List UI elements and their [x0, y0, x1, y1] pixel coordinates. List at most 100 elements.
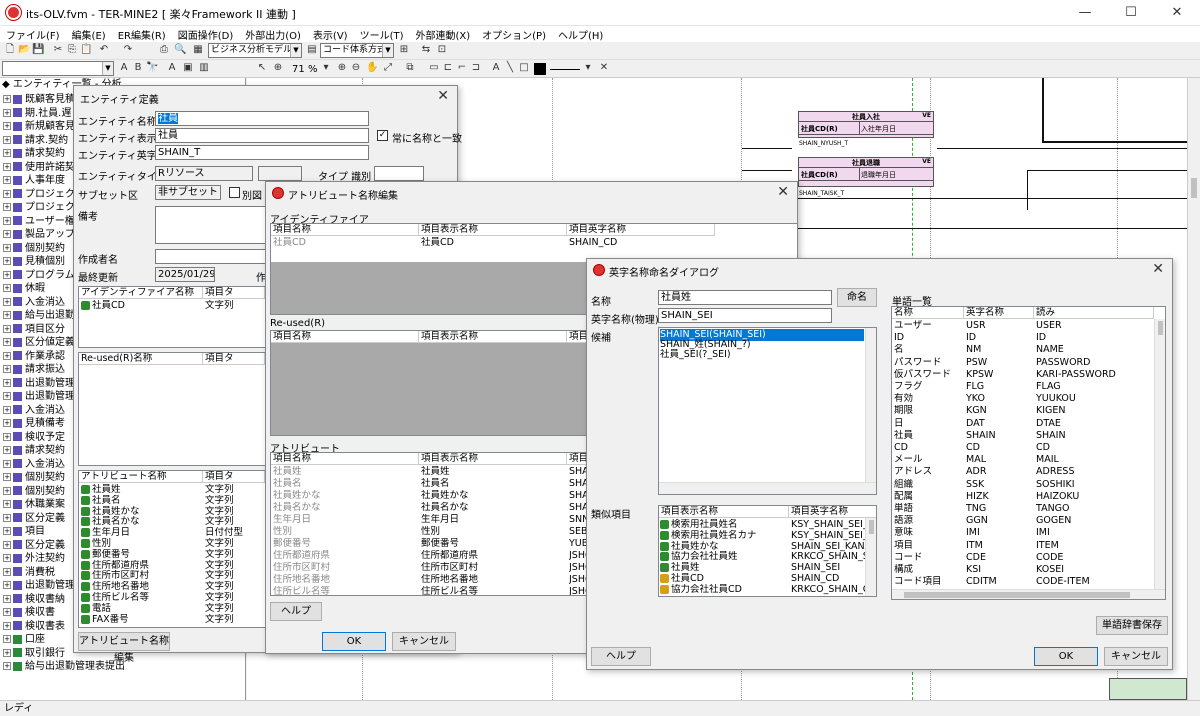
expand-icon[interactable]: +: [3, 297, 11, 306]
expand-icon[interactable]: +: [3, 216, 11, 225]
color-icon[interactable]: ▣: [182, 62, 194, 74]
menu-item[interactable]: 外部出力(O): [239, 26, 307, 42]
tree-item[interactable]: + 出退勤管理: [3, 377, 75, 390]
tree-item[interactable]: + 新規顧客見: [3, 120, 75, 133]
bold-icon[interactable]: B: [132, 62, 144, 74]
expand-icon[interactable]: +: [3, 135, 11, 144]
undo-icon[interactable]: ↶: [98, 44, 110, 56]
dictionary-row[interactable]: ID: [894, 332, 964, 344]
tree-item[interactable]: + 作業承認: [3, 350, 65, 363]
line-style-icon[interactable]: [550, 69, 580, 70]
dictionary-row[interactable]: コード: [894, 552, 964, 564]
dictionary-list[interactable]: 名称 英字名称 読み ユーザー USR USER ID ID ID 名 NM NAME パスワード…: [891, 306, 1166, 600]
magnify-plus-icon[interactable]: ⊕: [336, 62, 348, 74]
expand-icon[interactable]: +: [3, 608, 11, 616]
grid-cell[interactable]: 住所都道府県: [421, 550, 565, 562]
column-header[interactable]: Re-used(R)名称: [79, 353, 203, 365]
magnify-minus-icon[interactable]: ⊖: [350, 62, 362, 74]
column-header[interactable]: 項目表示名称: [659, 506, 789, 518]
tree-item[interactable]: + 消費税: [3, 566, 55, 579]
cancel-button[interactable]: キャンセル: [392, 632, 456, 651]
tree-item[interactable]: + 個別契約: [3, 242, 65, 255]
column-header[interactable]: 項目タ: [203, 353, 265, 365]
hand-icon[interactable]: ✋: [366, 62, 378, 74]
dictionary-row[interactable]: CD: [894, 442, 964, 454]
dictionary-row[interactable]: ユーザー: [894, 320, 964, 332]
grid-cell[interactable]: 住所地名番地: [421, 574, 565, 586]
expand-icon[interactable]: +: [3, 432, 11, 441]
tree-item[interactable]: + 項目区分: [3, 323, 65, 336]
fit-icon[interactable]: ⤢: [382, 62, 394, 74]
name-input[interactable]: 社員姓: [658, 290, 832, 305]
candidate-item[interactable]: 社員_SEI(?_SEI): [660, 349, 864, 361]
tree-item[interactable]: + プログラム: [3, 269, 75, 282]
candidate-list[interactable]: SHAIN_SEI(SHAIN_SEI) SHAIN_姓(SHAIN_?) 社員_S…: [658, 327, 877, 495]
list-item[interactable]: 社員CD: [81, 300, 201, 312]
tree-item[interactable]: + 区分定義: [3, 512, 65, 525]
export-icon[interactable]: ⊞: [398, 44, 410, 56]
expand-icon[interactable]: +: [3, 230, 11, 238]
font-icon[interactable]: A: [118, 62, 130, 74]
tree-item[interactable]: + 見積備考: [3, 417, 65, 430]
arrange-icon[interactable]: ⧉: [404, 62, 416, 74]
dictionary-row[interactable]: 社員: [894, 430, 964, 442]
expand-icon[interactable]: +: [3, 189, 11, 198]
model-select[interactable]: ビジネス分析モデル ▼: [208, 43, 302, 58]
zoom-dropdown-icon[interactable]: ▾: [320, 62, 332, 74]
tree-item[interactable]: + 入金消込: [3, 296, 65, 309]
tree-item[interactable]: + 外注契約: [3, 552, 65, 565]
expand-icon[interactable]: +: [3, 567, 11, 576]
tree-item[interactable]: + 人事年度: [3, 174, 65, 187]
close-icon[interactable]: ✕: [437, 88, 449, 104]
entity-english-input[interactable]: SHAIN_T: [155, 145, 369, 160]
expand-icon[interactable]: +: [3, 257, 11, 265]
column-header[interactable]: 項目名称: [271, 453, 419, 465]
column-header[interactable]: 項目タ: [203, 471, 265, 483]
dictionary-row[interactable]: メール: [894, 454, 964, 466]
find-icon[interactable]: 🔭: [146, 62, 158, 74]
expand-icon[interactable]: +: [3, 162, 11, 171]
expand-icon[interactable]: +: [3, 378, 11, 387]
expand-icon[interactable]: +: [3, 351, 11, 360]
text-icon[interactable]: A: [166, 62, 178, 74]
entity-display-input[interactable]: 社員: [155, 128, 369, 143]
dictionary-row[interactable]: 有効: [894, 393, 964, 405]
expand-icon[interactable]: +: [3, 459, 11, 468]
tree-item[interactable]: + 検収書: [3, 606, 55, 619]
grid-cell[interactable]: 社員名: [421, 478, 565, 490]
subset-tool-icon[interactable]: ⊐: [470, 62, 482, 74]
close-icon[interactable]: ✕: [1152, 261, 1164, 277]
expand-icon[interactable]: +: [3, 648, 11, 657]
grid-icon[interactable]: ⊡: [436, 44, 448, 56]
grid-cell[interactable]: 社員名かな: [421, 502, 565, 514]
expand-icon[interactable]: +: [3, 365, 11, 373]
expand-icon[interactable]: +: [3, 243, 11, 252]
model-icon[interactable]: ▦: [192, 44, 204, 56]
zoom-value[interactable]: 71: [292, 64, 305, 75]
tree-item[interactable]: + 請求.契約: [3, 134, 68, 147]
tree-item[interactable]: + 請求契約: [3, 147, 65, 160]
expand-icon[interactable]: +: [3, 635, 11, 643]
zoom-icon[interactable]: 🔍: [174, 44, 186, 56]
column-header[interactable]: 項目表示名称: [419, 453, 567, 465]
tree-item[interactable]: + 取引銀行: [3, 647, 65, 660]
redo-icon[interactable]: ↷: [122, 44, 134, 56]
cancel-button[interactable]: キャンセル: [1104, 647, 1168, 666]
expand-icon[interactable]: +: [3, 581, 11, 589]
expand-icon[interactable]: +: [3, 108, 11, 117]
entity-shain-nyusha[interactable]: 社員入社 VE 社員CD(R) 入社年月日: [798, 111, 934, 138]
grid-cell[interactable]: 社員CD: [421, 237, 565, 249]
menu-item[interactable]: オプション(P): [476, 26, 552, 42]
ok-button[interactable]: OK: [322, 632, 386, 651]
dictionary-row[interactable]: 組織: [894, 479, 964, 491]
close-icon[interactable]: ✕: [1154, 0, 1200, 26]
grid-cell[interactable]: 住所市区町村: [421, 562, 565, 574]
expand-icon[interactable]: +: [3, 311, 11, 319]
column-header[interactable]: 項目名称: [271, 331, 419, 343]
rect-tool-icon[interactable]: □: [518, 62, 530, 74]
tree-item[interactable]: + 休暇: [3, 282, 45, 295]
tree-item[interactable]: + 出退勤管理: [3, 390, 75, 403]
expand-icon[interactable]: +: [3, 486, 11, 495]
dictionary-row[interactable]: 名: [894, 344, 964, 356]
expand-icon[interactable]: +: [3, 338, 11, 346]
